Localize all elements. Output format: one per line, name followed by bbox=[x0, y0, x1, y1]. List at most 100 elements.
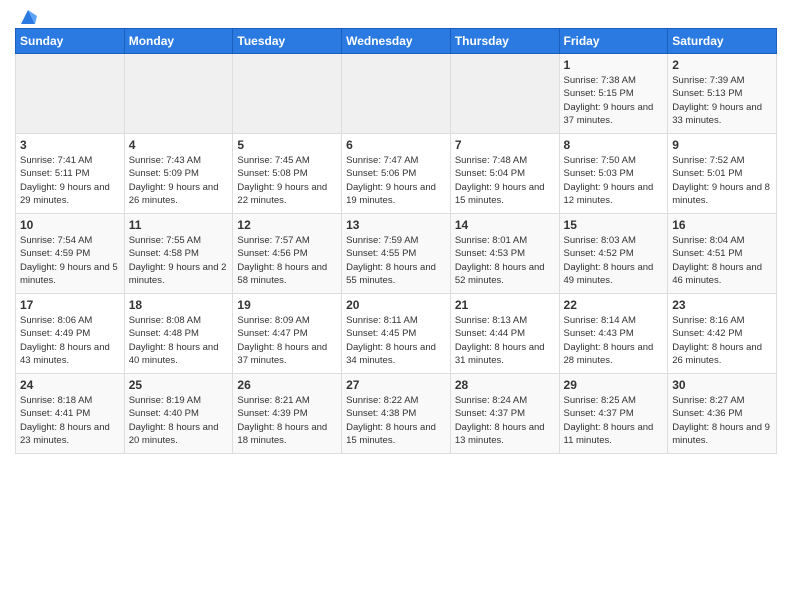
day-number: 20 bbox=[346, 298, 446, 312]
calendar-cell: 17 Sunrise: 8:06 AM Sunset: 4:49 PM Dayli… bbox=[16, 294, 125, 374]
day-info: Sunrise: 8:27 AM Sunset: 4:36 PM Dayligh… bbox=[672, 394, 772, 447]
day-number: 16 bbox=[672, 218, 772, 232]
calendar-cell: 13 Sunrise: 7:59 AM Sunset: 4:55 PM Dayli… bbox=[342, 214, 451, 294]
day-info: Sunrise: 8:09 AM Sunset: 4:47 PM Dayligh… bbox=[237, 314, 337, 367]
calendar-cell: 7Sunrise: 7:48 AM Sunset: 5:04 PM Daylig… bbox=[450, 134, 559, 214]
calendar-cell: 12 Sunrise: 7:57 AM Sunset: 4:56 PM Dayli… bbox=[233, 214, 342, 294]
calendar-header-row: SundayMondayTuesdayWednesdayThursdayFrid… bbox=[16, 29, 777, 54]
calendar-cell: 16 Sunrise: 8:04 AM Sunset: 4:51 PM Dayli… bbox=[668, 214, 777, 294]
calendar-week-2: 3 Sunrise: 7:41 AM Sunset: 5:11 PM Daylig… bbox=[16, 134, 777, 214]
calendar-cell: 30 Sunrise: 8:27 AM Sunset: 4:36 PM Dayli… bbox=[668, 374, 777, 454]
calendar-cell: 28Sunrise: 8:24 AM Sunset: 4:37 PM Dayli… bbox=[450, 374, 559, 454]
calendar-week-5: 24 Sunrise: 8:18 AM Sunset: 4:41 PM Dayli… bbox=[16, 374, 777, 454]
day-number: 10 bbox=[20, 218, 120, 232]
day-info: Sunrise: 7:45 AM Sunset: 5:08 PM Dayligh… bbox=[237, 154, 337, 207]
day-number: 4 bbox=[129, 138, 229, 152]
day-info: Sunrise: 7:52 AM Sunset: 5:01 PM Dayligh… bbox=[672, 154, 772, 207]
day-number: 18 bbox=[129, 298, 229, 312]
calendar-week-3: 10 Sunrise: 7:54 AM Sunset: 4:59 PM Dayli… bbox=[16, 214, 777, 294]
col-header-monday: Monday bbox=[124, 29, 233, 54]
day-number: 30 bbox=[672, 378, 772, 392]
day-info: Sunrise: 8:18 AM Sunset: 4:41 PM Dayligh… bbox=[20, 394, 120, 447]
col-header-thursday: Thursday bbox=[450, 29, 559, 54]
day-info: Sunrise: 8:04 AM Sunset: 4:51 PM Dayligh… bbox=[672, 234, 772, 287]
calendar-cell: 29Sunrise: 8:25 AM Sunset: 4:37 PM Dayli… bbox=[559, 374, 668, 454]
day-number: 3 bbox=[20, 138, 120, 152]
day-info: Sunrise: 8:14 AM Sunset: 4:43 PM Dayligh… bbox=[564, 314, 664, 367]
calendar-cell: 6 Sunrise: 7:47 AM Sunset: 5:06 PM Daylig… bbox=[342, 134, 451, 214]
calendar-week-1: 1Sunrise: 7:38 AM Sunset: 5:15 PM Daylig… bbox=[16, 54, 777, 134]
calendar-cell: 21 Sunrise: 8:13 AM Sunset: 4:44 PM Dayli… bbox=[450, 294, 559, 374]
page: SundayMondayTuesdayWednesdayThursdayFrid… bbox=[0, 0, 792, 464]
calendar-cell: 15 Sunrise: 8:03 AM Sunset: 4:52 PM Dayli… bbox=[559, 214, 668, 294]
day-info: Sunrise: 8:03 AM Sunset: 4:52 PM Dayligh… bbox=[564, 234, 664, 287]
calendar-cell bbox=[450, 54, 559, 134]
calendar-cell bbox=[124, 54, 233, 134]
col-header-sunday: Sunday bbox=[16, 29, 125, 54]
header bbox=[15, 10, 777, 22]
day-info: Sunrise: 8:13 AM Sunset: 4:44 PM Dayligh… bbox=[455, 314, 555, 367]
day-number: 17 bbox=[20, 298, 120, 312]
day-info: Sunrise: 8:11 AM Sunset: 4:45 PM Dayligh… bbox=[346, 314, 446, 367]
day-number: 2 bbox=[672, 58, 772, 72]
day-number: 9 bbox=[672, 138, 772, 152]
day-number: 21 bbox=[455, 298, 555, 312]
day-number: 8 bbox=[564, 138, 664, 152]
col-header-tuesday: Tuesday bbox=[233, 29, 342, 54]
day-number: 7 bbox=[455, 138, 555, 152]
day-info: Sunrise: 7:39 AM Sunset: 5:13 PM Dayligh… bbox=[672, 74, 772, 127]
day-info: Sunrise: 8:06 AM Sunset: 4:49 PM Dayligh… bbox=[20, 314, 120, 367]
col-header-saturday: Saturday bbox=[668, 29, 777, 54]
day-number: 15 bbox=[564, 218, 664, 232]
col-header-friday: Friday bbox=[559, 29, 668, 54]
calendar-cell: 11 Sunrise: 7:55 AM Sunset: 4:58 PM Dayli… bbox=[124, 214, 233, 294]
day-number: 12 bbox=[237, 218, 337, 232]
day-info: Sunrise: 7:55 AM Sunset: 4:58 PM Dayligh… bbox=[129, 234, 229, 287]
day-number: 5 bbox=[237, 138, 337, 152]
day-info: Sunrise: 7:50 AM Sunset: 5:03 PM Dayligh… bbox=[564, 154, 664, 207]
day-number: 13 bbox=[346, 218, 446, 232]
day-number: 24 bbox=[20, 378, 120, 392]
day-number: 23 bbox=[672, 298, 772, 312]
day-info: Sunrise: 7:47 AM Sunset: 5:06 PM Dayligh… bbox=[346, 154, 446, 207]
logo-icon bbox=[17, 6, 39, 28]
calendar-cell bbox=[16, 54, 125, 134]
calendar-cell: 22 Sunrise: 8:14 AM Sunset: 4:43 PM Dayli… bbox=[559, 294, 668, 374]
day-info: Sunrise: 7:38 AM Sunset: 5:15 PM Dayligh… bbox=[564, 74, 664, 127]
calendar-cell: 18 Sunrise: 8:08 AM Sunset: 4:48 PM Dayli… bbox=[124, 294, 233, 374]
calendar-cell: 1Sunrise: 7:38 AM Sunset: 5:15 PM Daylig… bbox=[559, 54, 668, 134]
day-number: 22 bbox=[564, 298, 664, 312]
day-number: 27 bbox=[346, 378, 446, 392]
day-info: Sunrise: 7:43 AM Sunset: 5:09 PM Dayligh… bbox=[129, 154, 229, 207]
day-info: Sunrise: 8:19 AM Sunset: 4:40 PM Dayligh… bbox=[129, 394, 229, 447]
day-info: Sunrise: 7:54 AM Sunset: 4:59 PM Dayligh… bbox=[20, 234, 120, 287]
calendar-cell: 23 Sunrise: 8:16 AM Sunset: 4:42 PM Dayli… bbox=[668, 294, 777, 374]
col-header-wednesday: Wednesday bbox=[342, 29, 451, 54]
day-number: 11 bbox=[129, 218, 229, 232]
calendar-cell: 2 Sunrise: 7:39 AM Sunset: 5:13 PM Daylig… bbox=[668, 54, 777, 134]
day-info: Sunrise: 8:25 AM Sunset: 4:37 PM Dayligh… bbox=[564, 394, 664, 447]
day-info: Sunrise: 8:08 AM Sunset: 4:48 PM Dayligh… bbox=[129, 314, 229, 367]
calendar-cell: 9 Sunrise: 7:52 AM Sunset: 5:01 PM Daylig… bbox=[668, 134, 777, 214]
day-number: 14 bbox=[455, 218, 555, 232]
day-info: Sunrise: 8:16 AM Sunset: 4:42 PM Dayligh… bbox=[672, 314, 772, 367]
calendar-cell: 5 Sunrise: 7:45 AM Sunset: 5:08 PM Daylig… bbox=[233, 134, 342, 214]
calendar-cell: 19Sunrise: 8:09 AM Sunset: 4:47 PM Dayli… bbox=[233, 294, 342, 374]
day-info: Sunrise: 8:22 AM Sunset: 4:38 PM Dayligh… bbox=[346, 394, 446, 447]
calendar-cell: 27 Sunrise: 8:22 AM Sunset: 4:38 PM Dayli… bbox=[342, 374, 451, 454]
day-info: Sunrise: 8:24 AM Sunset: 4:37 PM Dayligh… bbox=[455, 394, 555, 447]
calendar-cell: 20 Sunrise: 8:11 AM Sunset: 4:45 PM Dayli… bbox=[342, 294, 451, 374]
calendar-cell: 10 Sunrise: 7:54 AM Sunset: 4:59 PM Dayli… bbox=[16, 214, 125, 294]
calendar-cell: 4 Sunrise: 7:43 AM Sunset: 5:09 PM Daylig… bbox=[124, 134, 233, 214]
day-info: Sunrise: 7:57 AM Sunset: 4:56 PM Dayligh… bbox=[237, 234, 337, 287]
day-info: Sunrise: 7:59 AM Sunset: 4:55 PM Dayligh… bbox=[346, 234, 446, 287]
calendar-cell: 14Sunrise: 8:01 AM Sunset: 4:53 PM Dayli… bbox=[450, 214, 559, 294]
day-number: 25 bbox=[129, 378, 229, 392]
calendar-cell bbox=[233, 54, 342, 134]
day-info: Sunrise: 7:41 AM Sunset: 5:11 PM Dayligh… bbox=[20, 154, 120, 207]
calendar-week-4: 17 Sunrise: 8:06 AM Sunset: 4:49 PM Dayli… bbox=[16, 294, 777, 374]
day-number: 6 bbox=[346, 138, 446, 152]
calendar-cell: 8 Sunrise: 7:50 AM Sunset: 5:03 PM Daylig… bbox=[559, 134, 668, 214]
calendar-cell: 24 Sunrise: 8:18 AM Sunset: 4:41 PM Dayli… bbox=[16, 374, 125, 454]
calendar-cell: 26Sunrise: 8:21 AM Sunset: 4:39 PM Dayli… bbox=[233, 374, 342, 454]
